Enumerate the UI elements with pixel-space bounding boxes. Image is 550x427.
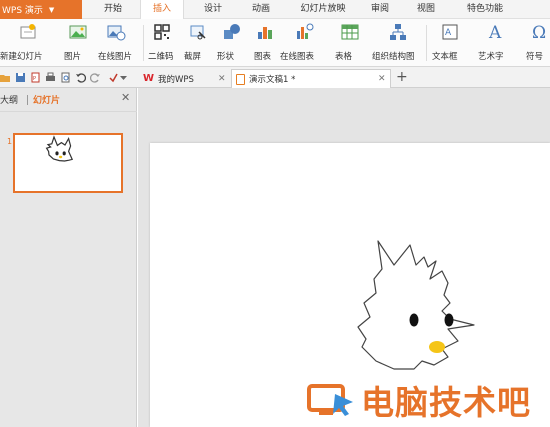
picture-icon	[69, 25, 87, 39]
presentation-file-icon	[236, 73, 245, 85]
pane-divider	[27, 95, 28, 105]
shapes-button[interactable]: 形状	[217, 22, 244, 64]
table-button[interactable]: 表格	[335, 22, 362, 64]
print-icon[interactable]	[45, 72, 56, 83]
chart-label: 图表	[254, 52, 272, 62]
new-slide-button[interactable]: 新建幻灯片	[0, 22, 48, 64]
screenshot-label: 截屏	[184, 52, 202, 62]
tab-home[interactable]: 开始	[96, 0, 130, 19]
ribbon-insert: 新建幻灯片 图片 在线图片 二维码 截屏 形状 图表 在线图表 表格 组织结构图…	[0, 19, 550, 67]
tab-my-wps[interactable]: W 我的WPS ✕	[143, 69, 231, 88]
qrcode-button[interactable]: 二维码	[148, 22, 174, 64]
wps-logo-icon: W	[143, 73, 155, 84]
textbox-icon: A	[442, 24, 458, 40]
shapes-icon	[224, 24, 240, 39]
picture-label: 图片	[64, 52, 82, 62]
new-slide-label: 新建幻灯片	[0, 52, 43, 62]
screenshot-button[interactable]: 截屏	[184, 22, 210, 64]
tab-animation[interactable]: 动画	[244, 0, 278, 19]
undo-icon[interactable]	[75, 72, 86, 83]
slide-thumbnail[interactable]	[13, 133, 123, 193]
tab-presentation-1[interactable]: 演示文稿1 * ✕	[231, 69, 391, 88]
symbol-label: 符号	[526, 52, 544, 62]
org-chart-label: 组织结构图	[372, 52, 415, 62]
shapes-label: 形状	[217, 52, 235, 62]
symbol-button[interactable]: Ω 符号	[526, 22, 550, 64]
tab-outline[interactable]: 大纲	[0, 93, 18, 106]
chart-icon	[258, 27, 272, 39]
close-icon[interactable]: ✕	[121, 91, 130, 104]
online-picture-icon	[107, 25, 126, 41]
toolbar-menu-icon[interactable]	[118, 72, 129, 83]
tab-my-wps-label: 我的WPS	[158, 74, 194, 85]
textbox-label: 文本框	[432, 52, 458, 62]
screenshot-icon	[190, 25, 206, 40]
open-folder-icon[interactable]	[0, 72, 11, 83]
tab-review[interactable]: 审阅	[364, 0, 396, 19]
slide-number: 1	[7, 137, 13, 146]
org-chart-icon	[390, 24, 406, 40]
wordart-label: 艺术字	[478, 52, 504, 62]
org-chart-button[interactable]: 组织结构图	[372, 22, 415, 64]
tab-view[interactable]: 视图	[410, 0, 442, 19]
svg-text:A: A	[445, 28, 452, 38]
online-chart-button[interactable]: 在线图表	[280, 22, 316, 64]
tab-slideshow[interactable]: 幻灯片放映	[292, 0, 354, 19]
qrcode-label: 二维码	[148, 52, 174, 62]
watermark-logo-icon	[307, 384, 353, 416]
symbol-icon: Ω	[532, 23, 546, 42]
redo-icon[interactable]	[90, 72, 101, 83]
new-slide-icon	[20, 24, 36, 39]
menu-bar: WPS 演示 ▼ 开始 插入 设计 动画 幻灯片放映 审阅 视图 特色功能	[0, 0, 550, 20]
chevron-down-icon: ▼	[48, 5, 55, 14]
svg-text:Ω: Ω	[532, 23, 546, 42]
watermark: 电脑技术吧	[305, 372, 550, 427]
save-icon[interactable]	[15, 72, 26, 83]
online-chart-label: 在线图表	[280, 52, 315, 62]
wordart-button[interactable]: A 艺术字	[478, 22, 508, 64]
app-menu-button[interactable]: WPS 演示 ▼	[0, 0, 82, 19]
online-picture-label: 在线图片	[98, 52, 133, 62]
app-name: WPS 演示	[2, 6, 43, 16]
online-chart-icon	[297, 23, 314, 39]
tab-slides[interactable]: 幻灯片	[33, 93, 60, 106]
svg-text:A: A	[488, 23, 502, 42]
tab-special-features[interactable]: 特色功能	[460, 0, 510, 19]
tab-presentation-1-label: 演示文稿1 *	[249, 75, 296, 85]
chart-button[interactable]: 图表	[254, 22, 276, 64]
tab-insert[interactable]: 插入	[140, 0, 184, 20]
close-icon[interactable]: ✕	[378, 74, 386, 84]
watermark-text: 电脑技术吧	[361, 383, 531, 422]
ribbon-separator	[426, 25, 427, 61]
svg-text:P: P	[33, 76, 36, 82]
pane-tabs: 大纲 幻灯片 ✕	[0, 88, 137, 112]
table-label: 表格	[335, 52, 353, 62]
cat-drawing-thumbnail	[45, 135, 74, 162]
ribbon-separator	[143, 25, 144, 61]
slides-pane: 大纲 幻灯片 ✕ 1	[0, 88, 137, 427]
tab-design[interactable]: 设计	[196, 0, 230, 19]
print-preview-icon[interactable]	[60, 72, 71, 83]
close-icon[interactable]: ✕	[218, 74, 226, 84]
qrcode-icon	[154, 24, 170, 40]
picture-button[interactable]: 图片	[64, 22, 90, 64]
textbox-button[interactable]: A 文本框	[432, 22, 462, 64]
quick-access-bar: P W 我的WPS ✕ 演示文稿1 * ✕ +	[0, 67, 550, 88]
wordart-icon: A	[488, 23, 502, 42]
export-pdf-icon[interactable]: P	[30, 72, 41, 83]
new-tab-plus-icon[interactable]: +	[396, 69, 408, 85]
online-picture-button[interactable]: 在线图片	[98, 22, 132, 64]
table-icon	[341, 24, 359, 40]
